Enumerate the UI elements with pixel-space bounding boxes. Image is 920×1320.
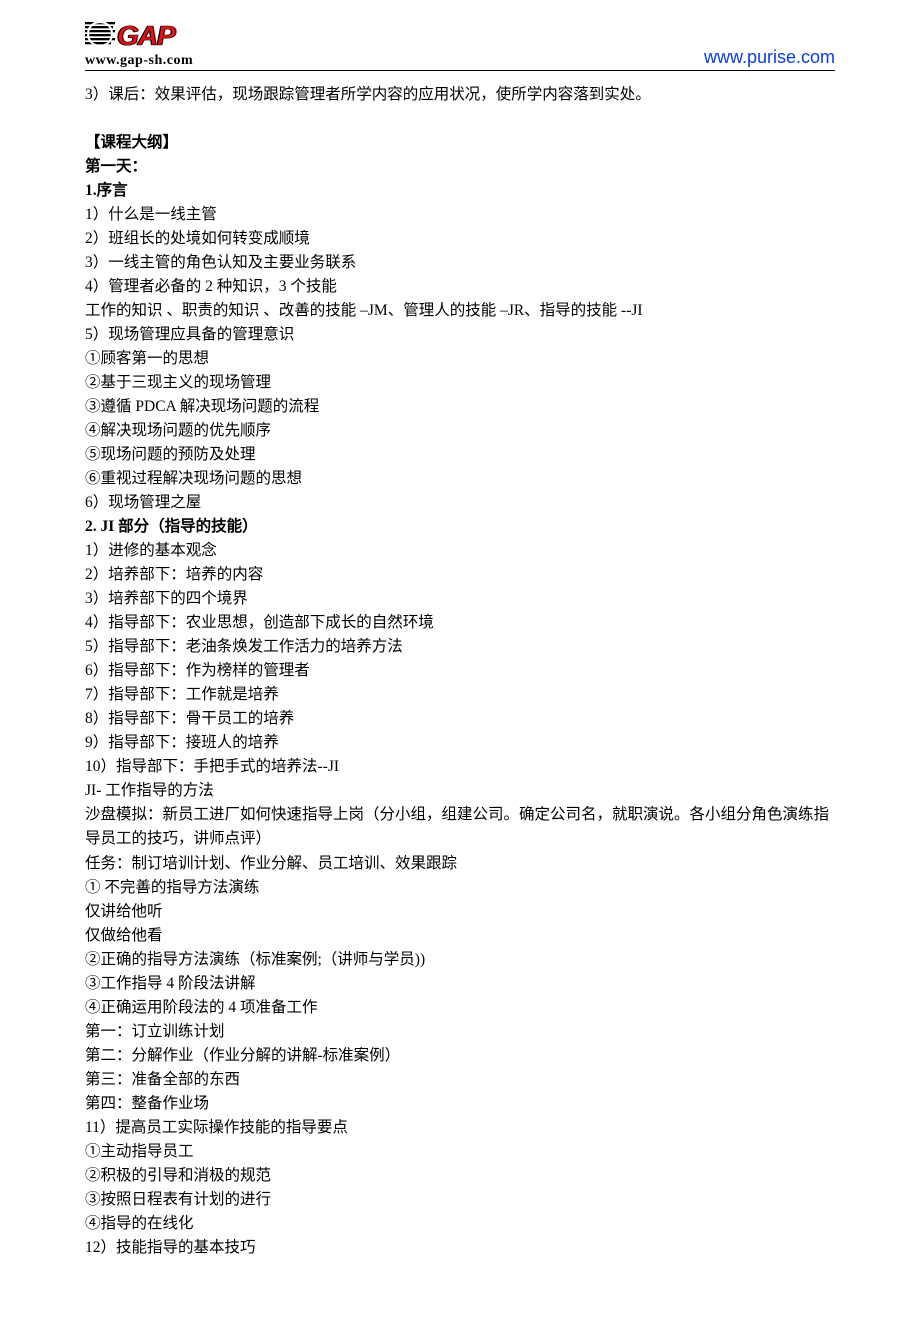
body-line: ① 不完善的指导方法演练 <box>85 876 835 900</box>
body-line: 第二：分解作业（作业分解的讲解-标准案例） <box>85 1044 835 1068</box>
body-line: 1）进修的基本观念 <box>85 539 835 563</box>
body-line: 3）一线主管的角色认知及主要业务联系 <box>85 251 835 275</box>
body-line: 12）技能指导的基本技巧 <box>85 1236 835 1260</box>
body-line: ④解决现场问题的优先顺序 <box>85 419 835 443</box>
body-line: 9）指导部下：接班人的培养 <box>85 731 835 755</box>
section-2-title: 2. JI 部分（指导的技能） <box>85 515 835 539</box>
section-1-body: 1）什么是一线主管2）班组长的处境如何转变成顺境3）一线主管的角色认知及主要业务… <box>85 203 835 515</box>
body-line: 2）班组长的处境如何转变成顺境 <box>85 227 835 251</box>
body-line: ①主动指导员工 <box>85 1140 835 1164</box>
logo-url: www.gap-sh.com <box>85 54 193 68</box>
body-line: 2）培养部下：培养的内容 <box>85 563 835 587</box>
outline-title: 【课程大纲】 <box>85 131 835 155</box>
body-line: ②积极的引导和消极的规范 <box>85 1164 835 1188</box>
body-line: ③按照日程表有计划的进行 <box>85 1188 835 1212</box>
body-line: 工作的知识 、职责的知识 、改善的技能 –JM、管理人的技能 –JR、指导的技能… <box>85 299 835 323</box>
body-line: 3）课后：效果评估，现场跟踪管理者所学内容的应用状况，使所学内容落到实处。 <box>85 83 835 107</box>
body-line: 4）指导部下：农业思想，创造部下成长的自然环境 <box>85 611 835 635</box>
body-line: 11）提高员工实际操作技能的指导要点 <box>85 1116 835 1140</box>
body-line: ①顾客第一的思想 <box>85 347 835 371</box>
logo-text: GAP <box>117 22 175 50</box>
body-line: ③工作指导 4 阶段法讲解 <box>85 972 835 996</box>
body-line: 5）现场管理应具备的管理意识 <box>85 323 835 347</box>
body-line: ⑤现场问题的预防及处理 <box>85 443 835 467</box>
body-line: 4）管理者必备的 2 种知识，3 个技能 <box>85 275 835 299</box>
body-line: ②正确的指导方法演练（标准案例;（讲师与学员)) <box>85 948 835 972</box>
section-2-body: 1）进修的基本观念2）培养部下：培养的内容3）培养部下的四个境界4）指导部下：农… <box>85 539 835 1259</box>
section-1-title: 1.序言 <box>85 179 835 203</box>
body-line: 3）培养部下的四个境界 <box>85 587 835 611</box>
body-line: 仅做给他看 <box>85 924 835 948</box>
blank-line <box>85 107 835 131</box>
page-header: GAP www.gap-sh.com www.purise.com <box>85 20 835 71</box>
body-line: 6）指导部下：作为榜样的管理者 <box>85 659 835 683</box>
body-line: JI- 工作指导的方法 <box>85 779 835 803</box>
document-page: GAP www.gap-sh.com www.purise.com 3）课后：效… <box>0 0 920 1320</box>
logo-block: GAP www.gap-sh.com <box>85 20 193 68</box>
body-line: ④正确运用阶段法的 4 项准备工作 <box>85 996 835 1020</box>
body-line: 8）指导部下：骨干员工的培养 <box>85 707 835 731</box>
body-line: 任务：制订培训计划、作业分解、员工培训、效果跟踪 <box>85 852 835 876</box>
document-body: 3）课后：效果评估，现场跟踪管理者所学内容的应用状况，使所学内容落到实处。 【课… <box>85 83 835 1260</box>
body-line: ④指导的在线化 <box>85 1212 835 1236</box>
body-line: 第四：整备作业场 <box>85 1092 835 1116</box>
body-line: 7）指导部下：工作就是培养 <box>85 683 835 707</box>
header-right-url: www.purise.com <box>704 47 835 68</box>
body-line: 5）指导部下：老油条焕发工作活力的培养方法 <box>85 635 835 659</box>
logo-stripes-icon <box>85 20 115 52</box>
body-line: 第一：订立训练计划 <box>85 1020 835 1044</box>
body-line: ③遵循 PDCA 解决现场问题的流程 <box>85 395 835 419</box>
day-heading: 第一天： <box>85 155 835 179</box>
body-line: 10）指导部下：手把手式的培养法--JI <box>85 755 835 779</box>
body-line: 6）现场管理之屋 <box>85 491 835 515</box>
body-line: ②基于三现主义的现场管理 <box>85 371 835 395</box>
body-line: 1）什么是一线主管 <box>85 203 835 227</box>
body-line: 第三：准备全部的东西 <box>85 1068 835 1092</box>
logo-row: GAP <box>85 20 193 52</box>
body-line: ⑥重视过程解决现场问题的思想 <box>85 467 835 491</box>
body-line: 沙盘模拟：新员工进厂如何快速指导上岗（分小组，组建公司。确定公司名，就职演说。各… <box>85 803 835 851</box>
body-line: 仅讲给他听 <box>85 900 835 924</box>
